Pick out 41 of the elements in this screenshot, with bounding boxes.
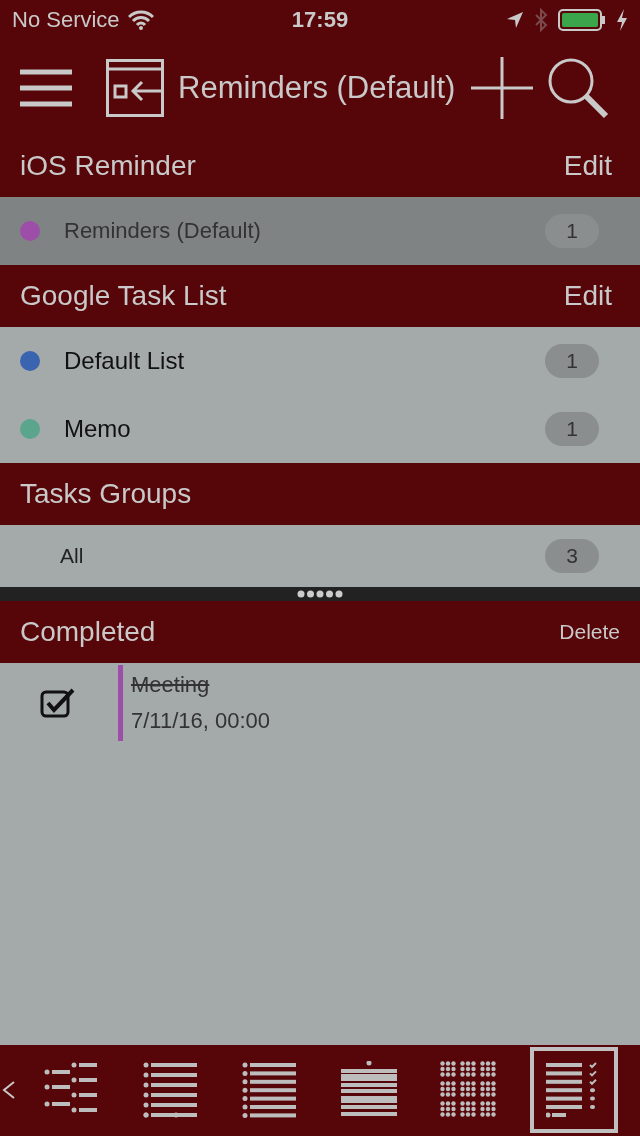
list-row[interactable]: Memo 1 bbox=[0, 395, 640, 463]
section-header: iOS Reminder bbox=[20, 150, 196, 182]
list-row[interactable]: Reminders (Default) 1 bbox=[0, 197, 640, 265]
list-view-icon bbox=[142, 1061, 199, 1119]
checkbox[interactable] bbox=[40, 688, 76, 718]
list-title: Reminders (Default) bbox=[178, 69, 456, 106]
section-header: Google Task List bbox=[20, 280, 227, 312]
bands-view-icon bbox=[341, 1061, 398, 1119]
section-header: Tasks Groups bbox=[20, 478, 192, 510]
list-name: Reminders (Default) bbox=[64, 218, 261, 244]
chevron-left-icon[interactable] bbox=[2, 1080, 16, 1100]
drag-handle-icon[interactable] bbox=[297, 590, 343, 598]
battery-icon bbox=[558, 9, 606, 31]
edit-link[interactable]: Edit bbox=[563, 280, 612, 312]
count-badge: 1 bbox=[545, 344, 599, 378]
dense-view-icon bbox=[242, 1061, 298, 1119]
list-row[interactable]: Default List 1 bbox=[0, 327, 640, 395]
search-button[interactable] bbox=[547, 56, 610, 119]
count-badge: 1 bbox=[545, 214, 599, 248]
grid-view-icon bbox=[440, 1061, 497, 1119]
location-arrow-icon bbox=[506, 11, 524, 29]
task-date: 7/11/16, 00:00 bbox=[131, 708, 271, 734]
count-badge: 3 bbox=[545, 539, 599, 573]
add-button[interactable] bbox=[471, 56, 534, 119]
bluetooth-icon bbox=[534, 8, 548, 32]
list-name: Memo bbox=[64, 415, 131, 443]
edit-link[interactable]: Edit bbox=[563, 150, 612, 182]
charging-icon bbox=[616, 9, 628, 31]
list-row[interactable]: All 3 bbox=[0, 525, 640, 587]
sidebar-toggle-button[interactable] bbox=[106, 58, 164, 117]
wifi-icon bbox=[127, 10, 154, 30]
count-badge: 1 bbox=[545, 412, 599, 446]
section-header: Completed bbox=[20, 616, 156, 648]
clock-time: 17:59 bbox=[291, 7, 349, 32]
task-title: Meeting bbox=[131, 672, 211, 698]
delete-link[interactable]: Delete bbox=[559, 620, 620, 644]
menu-button[interactable] bbox=[20, 67, 72, 108]
list-name: All bbox=[60, 544, 84, 568]
list-name: Default List bbox=[64, 347, 185, 375]
carrier-name: No Service bbox=[12, 7, 120, 33]
view-tab[interactable] bbox=[530, 1047, 618, 1133]
